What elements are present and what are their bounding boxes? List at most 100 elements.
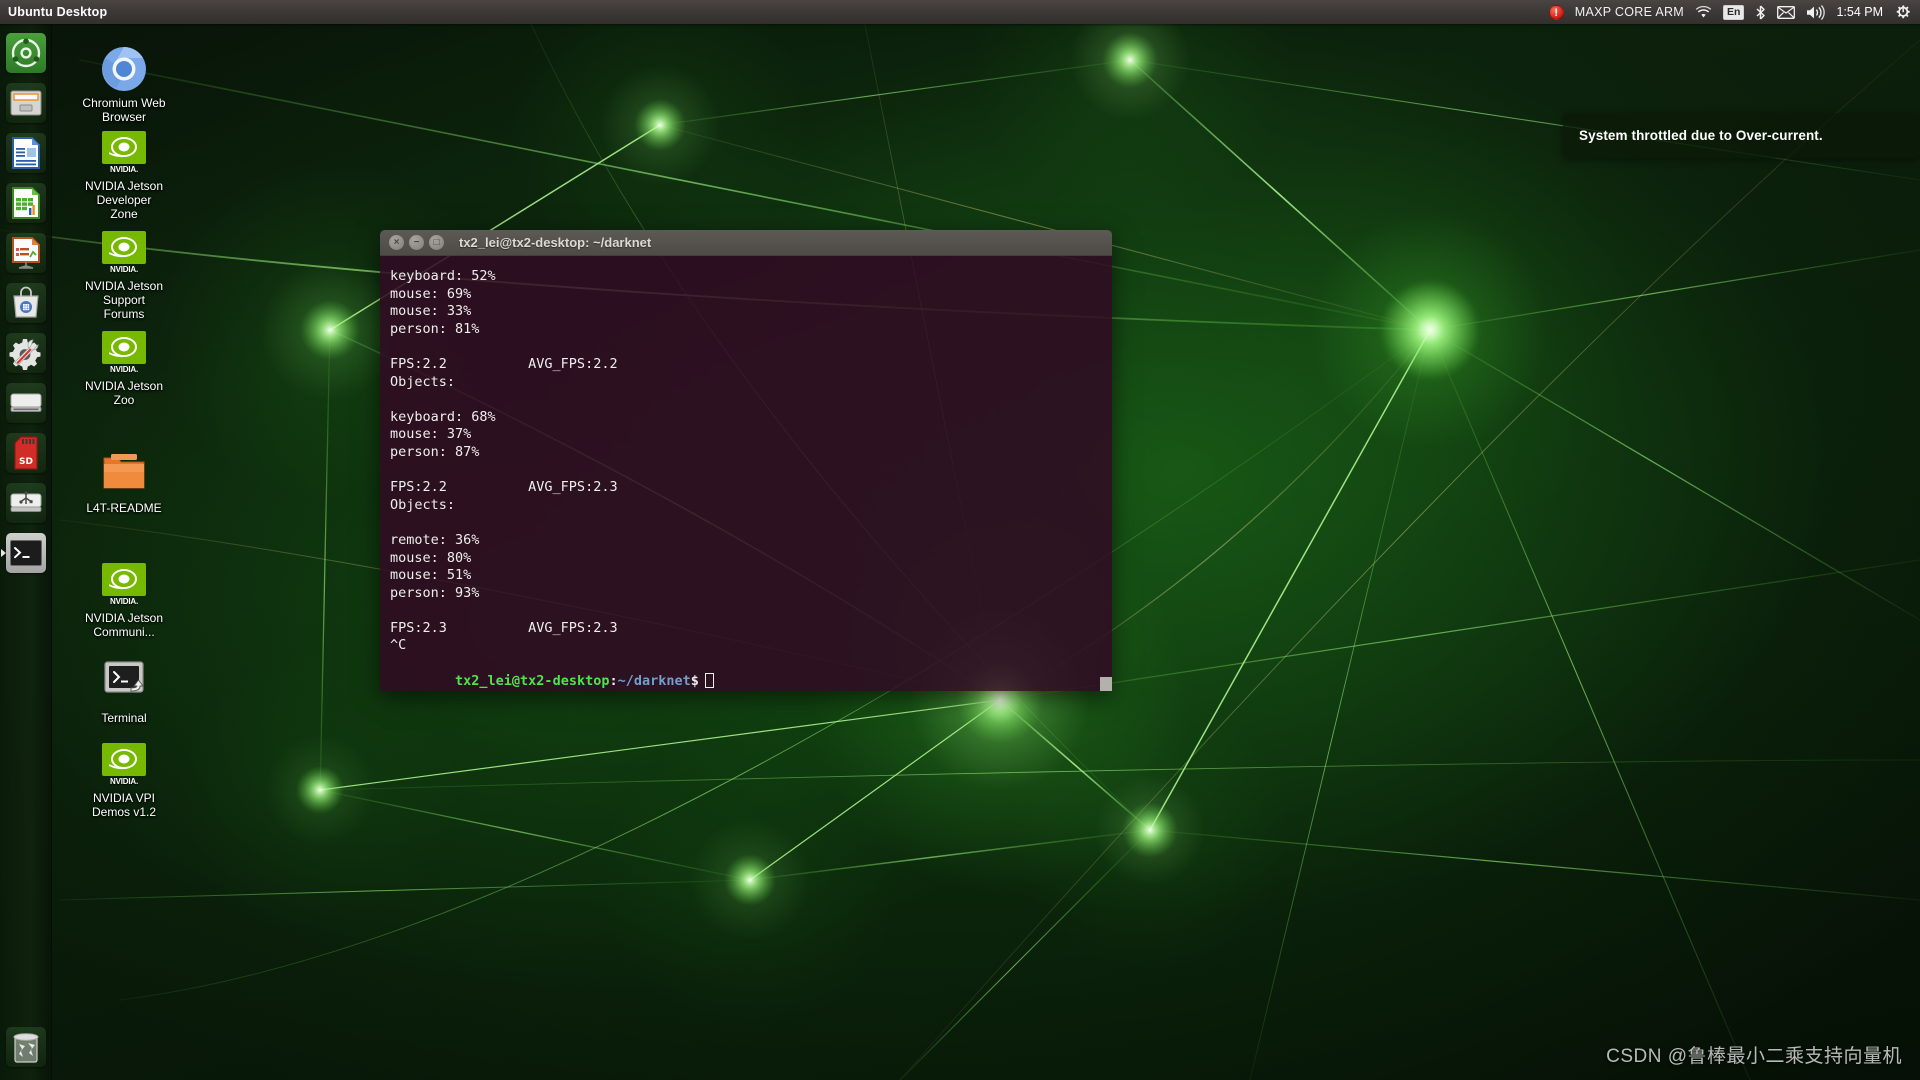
presentation-icon <box>12 237 40 269</box>
desktop-screen: Ubuntu Desktop ! MAXP CORE ARM En 1:54 P… <box>0 0 1920 1080</box>
desktop-icon-label: NVIDIA Jetson Developer Zone <box>84 179 164 221</box>
desktop-icon-label: NVIDIA VPI Demos v1.2 <box>91 791 157 819</box>
terminal-line: keyboard: 68% <box>390 408 496 425</box>
power-gear-icon <box>1896 5 1910 19</box>
launcher-item-libreoffice-writer[interactable] <box>0 128 52 178</box>
spreadsheet-icon <box>12 187 40 219</box>
terminal-line: remote: 36% <box>390 531 480 548</box>
volume-icon <box>1807 4 1826 20</box>
terminal-line: ^C <box>390 637 407 654</box>
desktop-icon-terminal[interactable]: Terminal <box>82 660 166 725</box>
hard-drive-icon <box>10 393 42 412</box>
trash-bin-icon <box>13 1033 39 1063</box>
desktop-icon-vpi-demos[interactable]: NVIDIA. NVIDIA VPI Demos v1.2 <box>82 740 166 819</box>
desktop-icon-label: NVIDIA Jetson Support Forums <box>84 279 164 321</box>
terminal-shortcut-icon <box>100 660 148 708</box>
launcher-item-trash[interactable] <box>0 1022 52 1072</box>
minimize-button[interactable]: − <box>409 235 424 250</box>
power-warning-indicator[interactable]: ! <box>1548 4 1564 20</box>
keyboard-layout-label: En <box>1723 4 1745 20</box>
shopping-bag-icon <box>13 286 39 318</box>
terminal-lines: keyboard: 52% mouse: 69% mouse: 33% person:… <box>390 268 1102 655</box>
maximize-button[interactable]: □ <box>429 235 444 250</box>
launcher-item-sd-card[interactable]: SD <box>0 428 52 478</box>
power-mode-indicator[interactable]: MAXP CORE ARM <box>1575 5 1684 19</box>
gear-wrench-icon <box>9 339 41 370</box>
terminal-line: mouse: 37% <box>390 426 472 443</box>
warning-icon: ! <box>1548 4 1564 20</box>
watermark: CSDN @鲁棒最小二乘支持向量机 <box>1606 1046 1902 1067</box>
desktop-icon-jetson-community[interactable]: NVIDIA. NVIDIA Jetson Communi... <box>82 560 166 639</box>
chromium-icon <box>100 45 148 93</box>
desktop-icon-jetson-zoo[interactable]: NVIDIA. NVIDIA Jetson Zoo <box>82 328 166 407</box>
power-mode-label: MAXP CORE ARM <box>1574 5 1685 19</box>
file-cabinet-icon <box>10 90 42 116</box>
desktop-icon-label: Chromium Web Browser <box>82 96 166 124</box>
keyboard-layout-indicator[interactable]: En <box>1723 4 1745 20</box>
nvidia-icon: NVIDIA. <box>100 228 148 276</box>
document-icon <box>12 137 40 169</box>
terminal-line: mouse: 33% <box>390 303 472 320</box>
panel-indicators: ! MAXP CORE ARM En 1:54 PM <box>1548 4 1920 20</box>
desktop-icon-label: NVIDIA Jetson Zoo <box>84 379 164 407</box>
terminal-window[interactable]: × − □ tx2_lei@tx2-desktop: ~/darknet key… <box>380 230 1112 691</box>
nvidia-icon: NVIDIA. <box>100 560 148 608</box>
terminal-line: mouse: 51% <box>390 567 472 584</box>
sd-card-icon: SD <box>14 436 38 470</box>
desktop-icon-jetson-developer-zone[interactable]: NVIDIA. NVIDIA Jetson Developer Zone <box>82 128 166 221</box>
top-panel: Ubuntu Desktop ! MAXP CORE ARM En 1:54 P… <box>0 0 1920 24</box>
desktop-icon-l4t-readme[interactable]: L4T-README <box>82 450 166 515</box>
volume-indicator[interactable] <box>1806 4 1826 20</box>
prompt-separator: : <box>609 672 618 689</box>
terminal-line: person: 81% <box>390 320 480 337</box>
terminal-prompt-line: tx2_lei@tx2-desktop:~/darknet$ <box>390 655 1102 691</box>
terminal-titlebar[interactable]: × − □ tx2_lei@tx2-desktop: ~/darknet <box>380 230 1112 256</box>
prompt-path: ~/darknet <box>617 672 691 689</box>
terminal-line: person: 87% <box>390 443 480 460</box>
folder-icon <box>100 450 148 498</box>
desktop-icon-jetson-support-forums[interactable]: NVIDIA. NVIDIA Jetson Support Forums <box>82 228 166 321</box>
unity-launcher: SD <box>0 24 52 1080</box>
wifi-indicator[interactable] <box>1695 5 1712 19</box>
bluetooth-indicator[interactable] <box>1755 4 1766 20</box>
prompt-symbol: $ <box>690 672 699 689</box>
launcher-item-libreoffice-impress[interactable] <box>0 228 52 278</box>
mail-indicator[interactable] <box>1777 5 1796 19</box>
terminal-line: mouse: 80% <box>390 549 472 566</box>
notification-message: System throttled due to Over-current. <box>1579 128 1823 143</box>
wifi-icon <box>1695 5 1712 18</box>
launcher-item-usb-drive[interactable] <box>0 478 52 528</box>
terminal-line: FPS:2.3 AVG_FPS:2.3 <box>390 619 618 636</box>
terminal-title: tx2_lei@tx2-desktop: ~/darknet <box>459 235 652 250</box>
launcher-item-libreoffice-calc[interactable] <box>0 178 52 228</box>
terminal-cursor <box>704 672 714 688</box>
launcher-item-terminal[interactable] <box>0 528 52 578</box>
session-menu-indicator[interactable] <box>1894 4 1911 20</box>
launcher-item-disk-drive[interactable] <box>0 378 52 428</box>
panel-title[interactable]: Ubuntu Desktop <box>0 5 107 19</box>
launcher-item-software-center[interactable] <box>0 278 52 328</box>
usb-drive-icon <box>10 491 42 512</box>
clock-label: 1:54 PM <box>1836 5 1883 19</box>
launcher-item-ubuntu-dash[interactable] <box>0 28 52 78</box>
desktop-icon-label: NVIDIA Jetson Communi... <box>84 611 164 639</box>
launcher-item-files[interactable] <box>0 78 52 128</box>
close-button[interactable]: × <box>389 235 404 250</box>
terminal-icon <box>10 540 42 566</box>
terminal-line: Objects: <box>390 496 456 513</box>
nvidia-icon: NVIDIA. <box>100 128 148 176</box>
mail-icon <box>1777 5 1796 19</box>
clock-indicator[interactable]: 1:54 PM <box>1836 5 1883 19</box>
terminal-line: keyboard: 52% <box>390 268 496 284</box>
terminal-scrollbar[interactable] <box>1100 677 1112 691</box>
desktop-icon-chromium[interactable]: Chromium Web Browser <box>82 45 166 124</box>
terminal-line: person: 93% <box>390 584 480 601</box>
bluetooth-icon <box>1756 4 1766 20</box>
launcher-item-system-settings[interactable] <box>0 328 52 378</box>
terminal-output-area[interactable]: keyboard: 52% mouse: 69% mouse: 33% person:… <box>380 256 1112 691</box>
